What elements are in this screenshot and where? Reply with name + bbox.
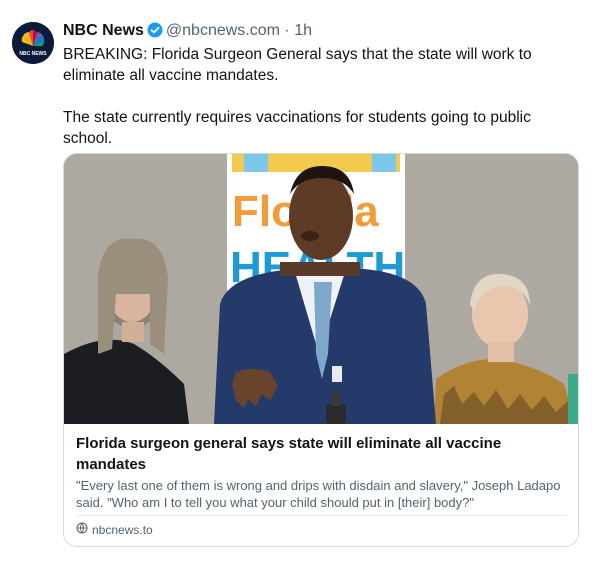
post-text: BREAKING: Florida Surgeon General says t… xyxy=(63,44,583,170)
link-icon xyxy=(76,522,88,537)
verified-badge-icon xyxy=(147,22,163,45)
card-image[interactable]: Florida HEALTH xyxy=(64,154,578,424)
card-domain[interactable]: nbcnews.to xyxy=(76,522,153,537)
avatar-text: NBC NEWS xyxy=(19,51,47,57)
post-paragraph-1: BREAKING: Florida Surgeon General says t… xyxy=(63,46,532,84)
account-name[interactable]: NBC News xyxy=(63,22,144,39)
link-preview-card[interactable]: Florida HEALTH xyxy=(63,153,579,547)
nbc-peacock-logo-icon: NBC NEWS xyxy=(12,22,54,64)
card-title[interactable]: Florida surgeon general says state will … xyxy=(76,433,566,475)
card-divider xyxy=(76,515,566,516)
card-description: "Every last one of them is wrong and dri… xyxy=(76,478,561,510)
post-header: NBC News @nbcnews.com · 1h xyxy=(63,20,312,45)
account-handle[interactable]: @nbcnews.com xyxy=(166,22,280,39)
avatar[interactable]: NBC NEWS xyxy=(12,22,54,64)
card-domain-text: nbcnews.to xyxy=(92,522,153,537)
post-time[interactable]: 1h xyxy=(294,22,312,39)
post-paragraph-2: The state currently requires vaccination… xyxy=(63,109,531,147)
header-separator: · xyxy=(284,22,290,39)
